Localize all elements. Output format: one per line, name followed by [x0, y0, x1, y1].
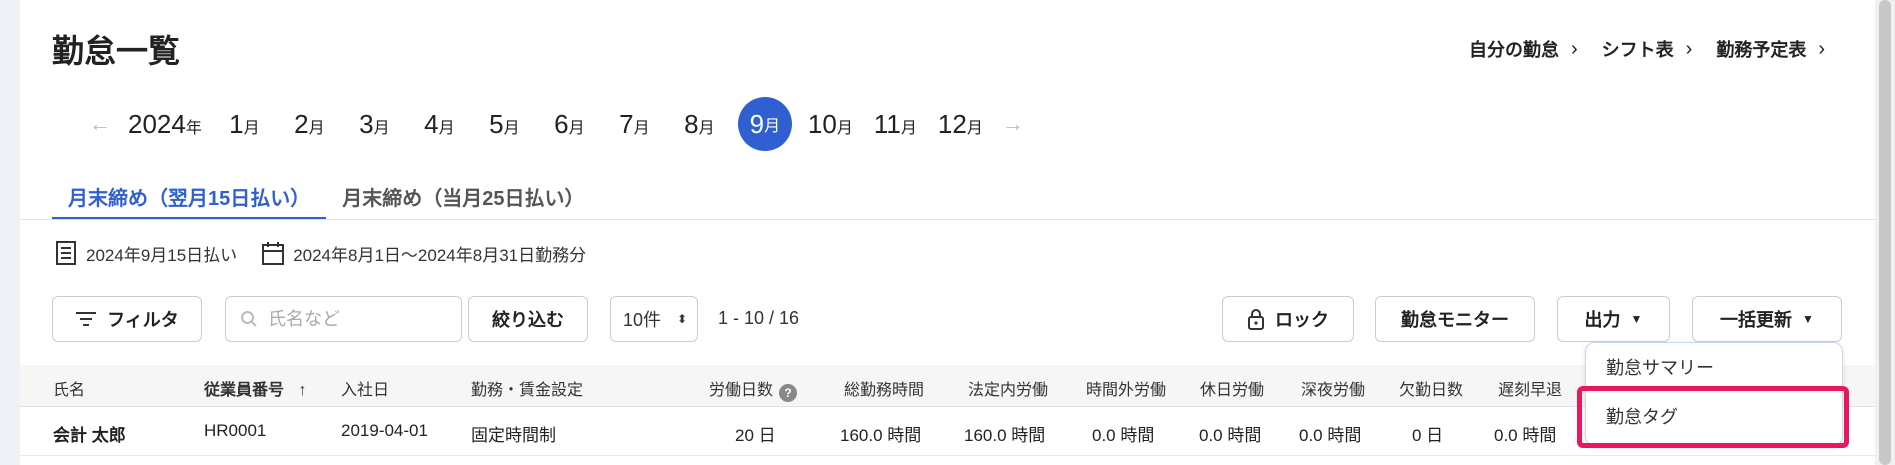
col-holiday[interactable]: 休日労働 — [1200, 376, 1264, 400]
pagination-range: 1 - 10 / 16 — [718, 308, 800, 328]
month-6[interactable]: 6月 — [537, 109, 602, 140]
attendance-monitor-button[interactable]: 勤怠モニター — [1375, 296, 1535, 342]
link-schedule-table-label: 勤務予定表 — [1716, 40, 1807, 60]
export-button[interactable]: 出力 ▼ — [1557, 296, 1670, 342]
cell-name[interactable]: 会計 太郎 — [53, 421, 126, 446]
month-7[interactable]: 7月 — [602, 109, 667, 140]
bulk-update-dropdown-menu: 勤怠サマリー 勤怠タグ — [1585, 342, 1843, 446]
lock-button[interactable]: ロック — [1222, 296, 1354, 342]
cell-overtime: 0.0 時間 — [1092, 426, 1155, 445]
month-1[interactable]: 1月 — [212, 109, 277, 140]
year-label: 2024年 — [128, 108, 202, 139]
scrollbar-thumb[interactable] — [1879, 0, 1891, 465]
tab-closing-15th[interactable]: 月末締め（翌月15日払い） — [52, 176, 327, 220]
month-11[interactable]: 11月 — [863, 109, 928, 140]
lock-icon — [1248, 309, 1264, 330]
col-setting[interactable]: 勤務・賃金設定 — [471, 376, 583, 400]
month-8[interactable]: 8月 — [667, 109, 732, 140]
link-schedule-table[interactable]: 勤務予定表 › — [1716, 36, 1825, 62]
col-legal-hours[interactable]: 法定内労働 — [968, 376, 1048, 400]
pay-date-info: 2024年9月15日払い — [54, 240, 237, 266]
per-page-value: 10件 — [623, 310, 662, 330]
cell-absence: 0 日 — [1412, 426, 1444, 445]
month-12[interactable]: 12月 — [928, 109, 993, 140]
updown-icon: ⬍ — [676, 312, 687, 326]
month-4[interactable]: 4月 — [407, 109, 472, 140]
prev-arrow-icon[interactable]: ← — [80, 111, 120, 137]
filter-button[interactable]: フィルタ — [52, 296, 202, 342]
period-info: 2024年9月15日払い 2024年8月1日〜2024年8月31日勤務分 — [54, 240, 586, 266]
cell-late-early: 0.0 時間 — [1494, 426, 1557, 445]
col-overtime[interactable]: 時間外労働 — [1086, 376, 1166, 400]
col-night[interactable]: 深夜労働 — [1301, 376, 1365, 400]
sort-asc-icon: ↑ — [298, 382, 307, 399]
link-shift-table[interactable]: シフト表 › — [1602, 36, 1693, 62]
caret-down-icon: ▼ — [1630, 312, 1643, 326]
scrollbar[interactable] — [1875, 0, 1895, 465]
col-total-hours[interactable]: 総勤務時間 — [844, 376, 924, 400]
month-3[interactable]: 3月 — [342, 109, 407, 140]
cell-night: 0.0 時間 — [1299, 426, 1362, 445]
next-arrow-icon[interactable]: → — [993, 111, 1033, 137]
month-10[interactable]: 10月 — [798, 109, 863, 140]
col-name[interactable]: 氏名 — [53, 376, 85, 400]
work-period-text: 2024年8月1日〜2024年8月31日勤務分 — [293, 245, 587, 265]
cell-employee-no: HR0001 — [204, 421, 267, 440]
filter-button-label: フィルタ — [107, 310, 179, 330]
cell-total-hours: 160.0 時間 — [840, 426, 922, 445]
cell-holiday: 0.0 時間 — [1199, 426, 1262, 445]
bulk-update-button[interactable]: 一括更新 ▼ — [1692, 296, 1842, 342]
work-period-info: 2024年8月1日〜2024年8月31日勤務分 — [261, 240, 586, 266]
narrow-button[interactable]: 絞り込む — [468, 296, 588, 342]
lock-button-label: ロック — [1275, 310, 1329, 330]
menu-item-attendance-summary[interactable]: 勤怠サマリー — [1606, 354, 1714, 380]
col-absence[interactable]: 欠勤日数 — [1399, 376, 1463, 400]
pay-date-text: 2024年9月15日払い — [86, 245, 238, 265]
chevron-right-icon: › — [1818, 37, 1825, 60]
receipt-icon — [56, 241, 76, 265]
tab-divider — [20, 219, 1875, 220]
menu-item-attendance-tag[interactable]: 勤怠タグ — [1606, 403, 1678, 429]
month-selector: ← 2024年 1月 2月 3月 4月 5月 6月 7月 8月 9月 10月 1… — [80, 96, 1033, 152]
closing-tabs: 月末締め（翌月15日払い） 月末締め（当月25日払い） — [52, 176, 601, 220]
cell-legal-hours: 160.0 時間 — [964, 426, 1046, 445]
help-icon[interactable]: ? — [779, 384, 798, 402]
caret-down-icon: ▼ — [1802, 312, 1814, 326]
search-icon — [241, 311, 257, 327]
top-links: 自分の勤怠 › シフト表 › 勤務予定表 › — [1469, 36, 1825, 62]
cell-hire-date: 2019-04-01 — [341, 421, 428, 440]
month-9-selected[interactable]: 9月 — [737, 97, 792, 151]
per-page-select[interactable]: 10件 ⬍ — [610, 296, 698, 342]
link-my-attendance-label: 自分の勤怠 — [1468, 40, 1559, 60]
export-button-label: 出力 — [1584, 310, 1621, 330]
search-input[interactable] — [268, 308, 448, 330]
month-2[interactable]: 2月 — [277, 109, 342, 140]
tab-closing-25th[interactable]: 月末締め（当月25日払い） — [326, 176, 600, 220]
toolbar: フィルタ 絞り込む 10件 ⬍ 1 - 10 / 16 ロック 勤怠モニター 出… — [52, 296, 1842, 342]
col-employee-no[interactable]: 従業員番号 ↑ — [204, 376, 306, 400]
chevron-right-icon: › — [1570, 37, 1578, 60]
bulk-update-button-label: 一括更新 — [1720, 310, 1793, 330]
month-5[interactable]: 5月 — [472, 109, 537, 140]
cell-setting: 固定時間制 — [471, 426, 556, 445]
chevron-right-icon: › — [1685, 37, 1693, 60]
filter-icon — [76, 312, 97, 326]
link-my-attendance[interactable]: 自分の勤怠 › — [1469, 36, 1578, 62]
cell-work-days: 20 日 — [735, 426, 776, 445]
calendar-icon — [262, 242, 285, 265]
col-work-days[interactable]: 労働日数? — [709, 376, 798, 402]
link-shift-table-label: シフト表 — [1601, 40, 1674, 60]
page-title: 勤怠一覧 — [52, 33, 181, 69]
search-box[interactable] — [225, 296, 462, 342]
col-hire-date[interactable]: 入社日 — [341, 376, 389, 400]
col-late-early[interactable]: 遅刻早退 — [1498, 376, 1562, 400]
